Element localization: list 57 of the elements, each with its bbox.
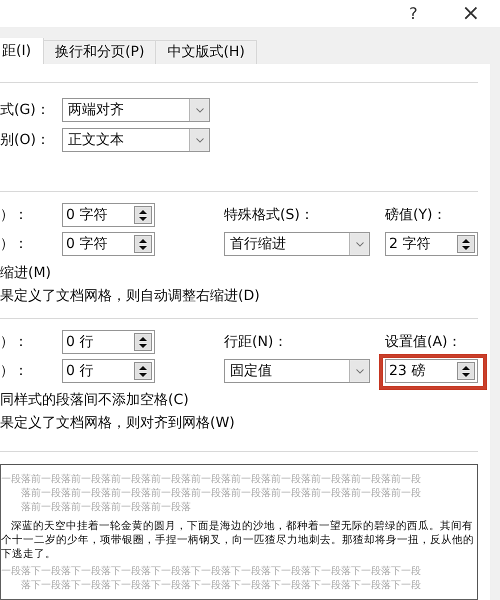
- tab[interactable]: 换行和分页(P): [44, 40, 156, 64]
- preview-sample-line: 落下一段落下一段落下一段落下一段落下一段落下一段落下一段落下一段落下一段落下一段: [20, 579, 422, 593]
- dropdown-value: 正文文本: [67, 130, 124, 150]
- field-label: 磅值(Y)：: [385, 206, 446, 222]
- dropdown[interactable]: 正文文本: [62, 128, 210, 152]
- preview-body-line: 下逃走了。: [1, 547, 57, 561]
- tab[interactable]: 中文版式(H): [156, 40, 257, 64]
- option-label[interactable]: 同样式的段落间不添加空格(C): [0, 389, 478, 412]
- spinner-icon[interactable]: [134, 206, 152, 224]
- spin-value: 2 字符: [388, 234, 430, 254]
- preview-sample-line: 落前一段落前一段落前一段落前一段落前一段落前一段落前一段落前一段落前一段落前一段: [20, 487, 422, 501]
- close-button[interactable]: ×: [462, 2, 480, 24]
- tab[interactable]: 距(I): [0, 38, 44, 64]
- spinner-icon[interactable]: [134, 362, 152, 380]
- field-label: ）：: [0, 362, 29, 380]
- preview-sample-line: 一段落下一段落下一段落下一段落下一段落下一段落下一段落下一段落下一段落下一段落下一段: [1, 565, 422, 579]
- dropdown-value: 两端对齐: [67, 100, 124, 120]
- field-label: ）：: [0, 234, 29, 254]
- option-label[interactable]: 果定义了文档网格，则对齐到网格(W): [0, 412, 478, 435]
- dropdown-caret-icon: [189, 129, 209, 151]
- spinner-icon[interactable]: [457, 235, 475, 253]
- help-button[interactable]: ?: [409, 2, 418, 26]
- spinner-icon[interactable]: [457, 362, 475, 380]
- spin-field[interactable]: 0 行: [62, 330, 155, 354]
- spin-field[interactable]: 0 字符: [62, 232, 155, 256]
- dropdown[interactable]: 固定值: [224, 359, 370, 383]
- option-label[interactable]: 缩进(M): [0, 262, 478, 285]
- dropdown-caret-icon: [349, 233, 369, 255]
- field-label: 别(O)：: [0, 130, 51, 150]
- option-label[interactable]: 果定义了文档网格，则自动调整右缩进(D): [0, 285, 478, 308]
- spin-value: 0 字符: [65, 234, 108, 254]
- field-label: 行距(N)：: [224, 334, 288, 350]
- field-label: ）：: [0, 332, 29, 352]
- spinner-icon[interactable]: [134, 333, 152, 351]
- spin-field[interactable]: 0 字符: [62, 203, 155, 227]
- preview-body-line: 个十一二岁的少年，项带银圈，手捏一柄钢叉，向一匹猹尽力地刺去。那猹却将身一扭，反从他的: [1, 533, 475, 547]
- field-label: 特殊格式(S)：: [224, 206, 314, 222]
- spin-value: 0 行: [65, 362, 94, 380]
- dropdown-caret-icon: [189, 99, 209, 121]
- dropdown-caret-icon: [349, 360, 369, 382]
- spin-field[interactable]: 0 行: [62, 359, 155, 383]
- spinner-icon[interactable]: [134, 235, 152, 253]
- field-label: ）：: [0, 206, 29, 224]
- dropdown-value: 首行缩进: [229, 234, 286, 254]
- dropdown[interactable]: 两端对齐: [62, 98, 210, 122]
- preview-sample-line: 一段落前一段落前一段落前一段落前一段落前一段落前一段落前一段落前一段落前一段落前一段: [1, 473, 422, 487]
- spin-value: 0 字符: [65, 206, 108, 224]
- field-label: 式(G)：: [0, 100, 51, 120]
- preview-body-line: 深蓝的天空中挂着一轮金黄的圆月，下面是海边的沙地，都种着一望无际的碧绿的西瓜。其间有: [10, 519, 474, 533]
- dropdown-value: 固定值: [229, 362, 272, 380]
- spin-field[interactable]: 23 磅: [385, 359, 478, 383]
- spin-value: 0 行: [65, 332, 94, 352]
- spin-field[interactable]: 2 字符: [385, 232, 478, 256]
- spin-value: 23 磅: [388, 362, 426, 380]
- preview-sample-line: 落前一段落前一段落前一段落前一段落: [20, 501, 192, 515]
- field-label: 设置值(A)：: [385, 334, 462, 350]
- dropdown[interactable]: 首行缩进: [224, 232, 370, 256]
